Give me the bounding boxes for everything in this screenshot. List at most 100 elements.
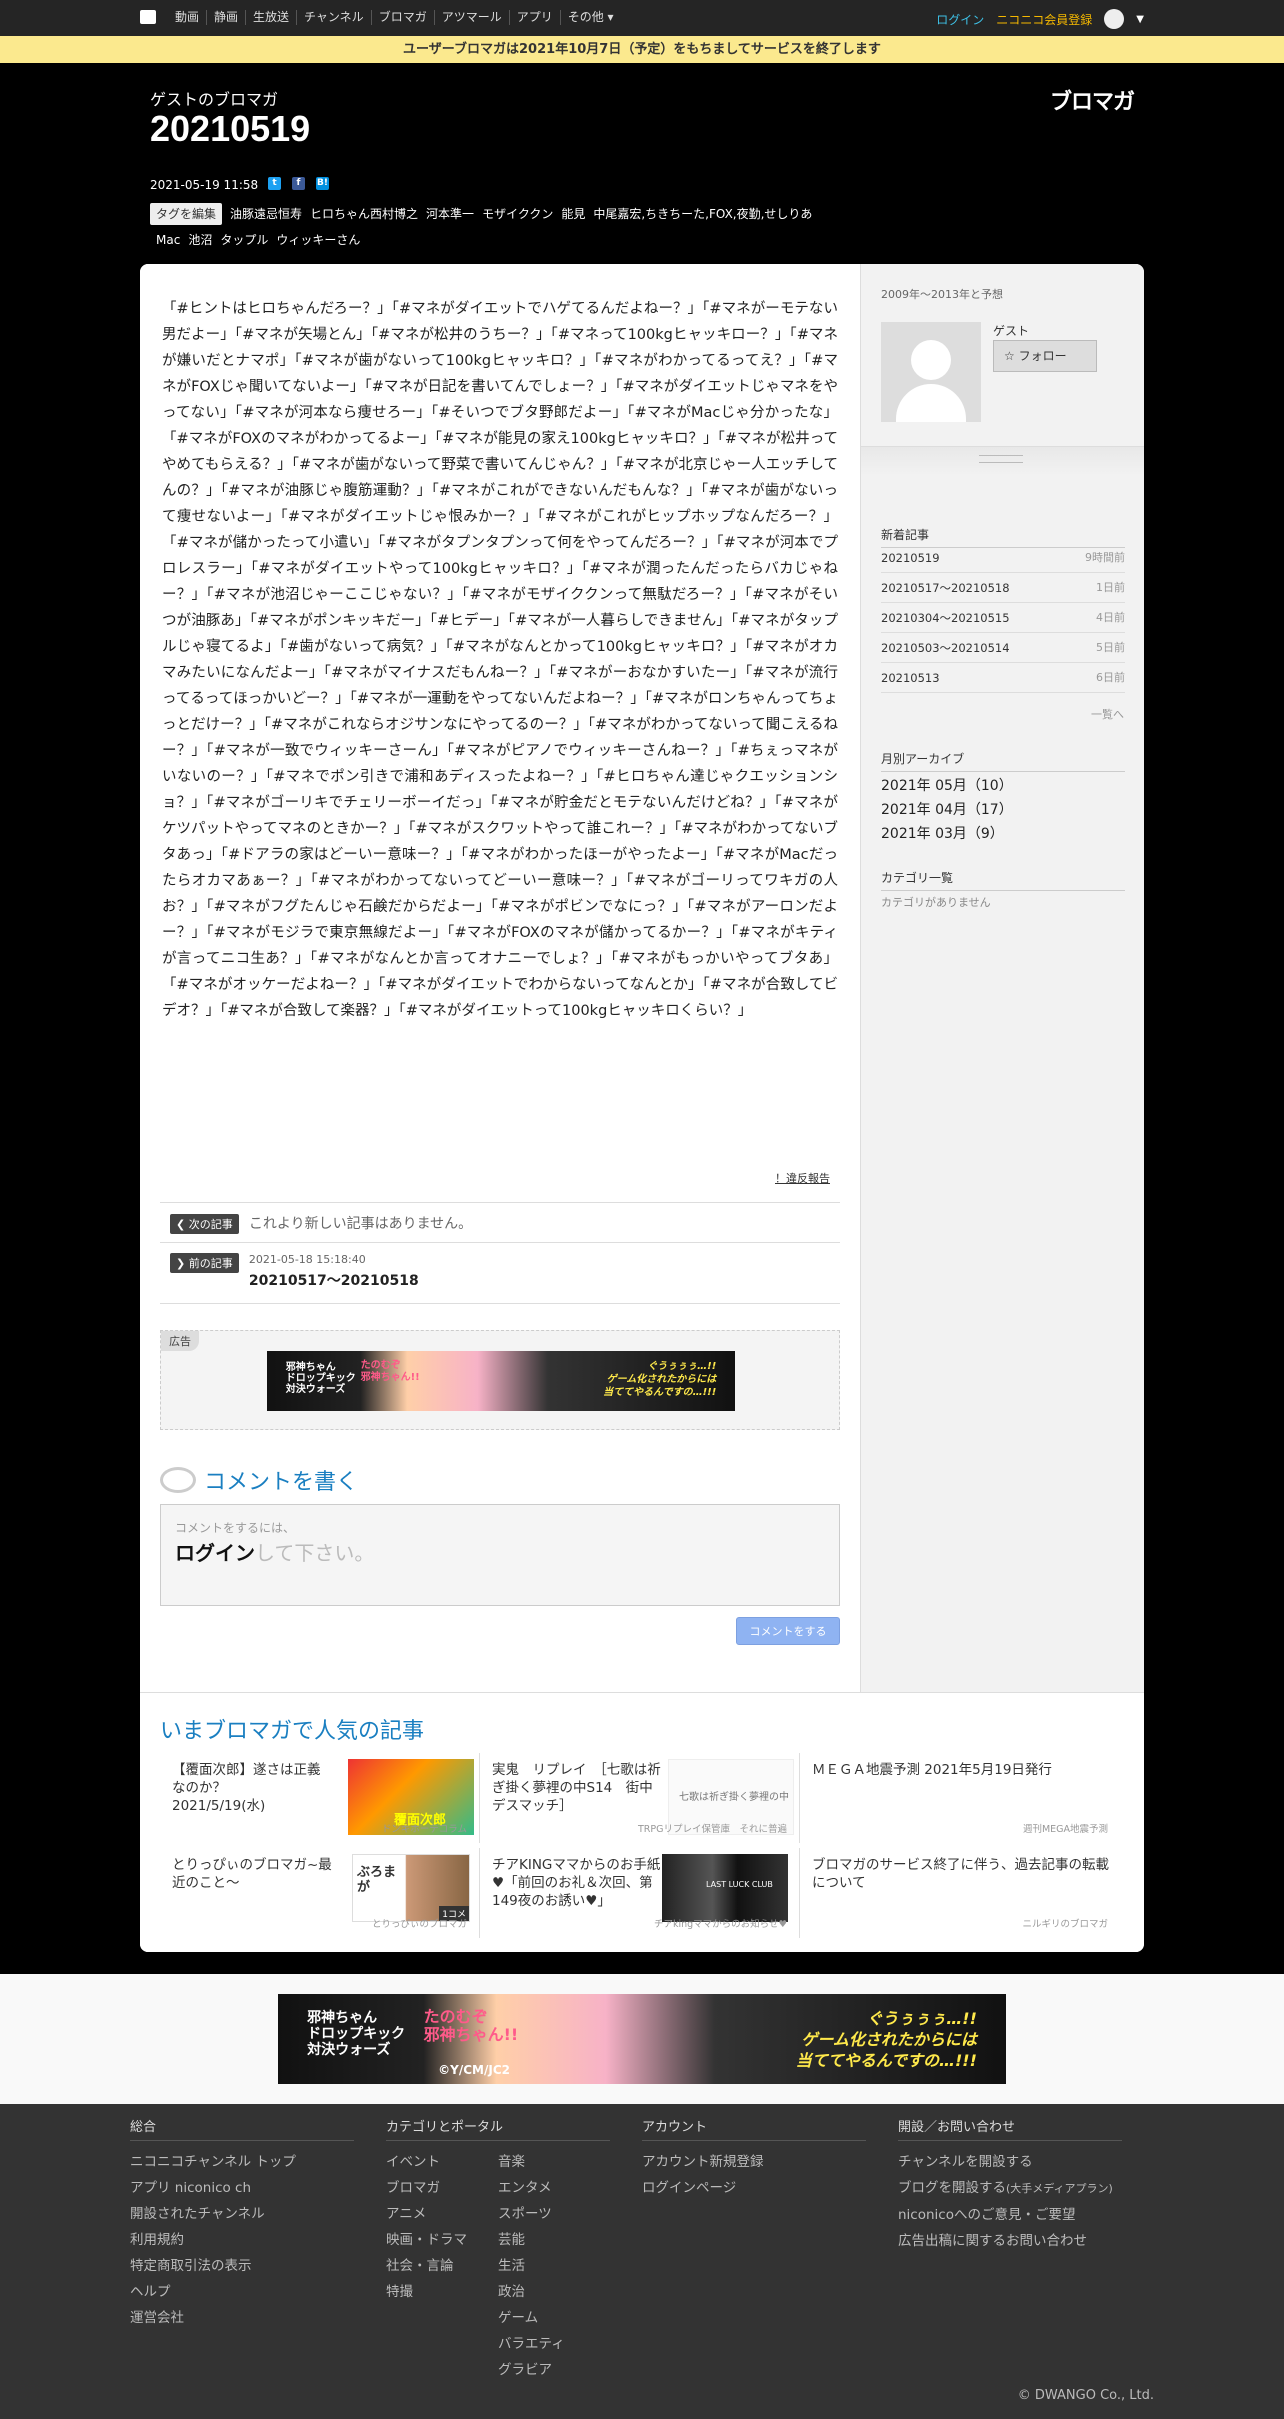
hatena-icon[interactable]: B! bbox=[316, 177, 329, 190]
tag[interactable]: モザイククン bbox=[482, 201, 553, 227]
comment-heading: コメントを書く bbox=[160, 1464, 358, 1496]
footer-col-general: 総合 ニコニコチャンネル トップ アプリ niconico ch 開設されたチャ… bbox=[130, 2116, 354, 2331]
blog-name[interactable]: ゲストのブロマガ bbox=[150, 86, 278, 110]
bottom-ad: 邪神ちゃん ドロップキック 対決ウォーズ たのむぞ 邪神ちゃん!! ©Y/CM/… bbox=[0, 1974, 1284, 2104]
footer-link[interactable]: ログインページ bbox=[642, 2175, 866, 2201]
footer-link[interactable]: 芸能 bbox=[498, 2227, 565, 2253]
tag[interactable]: 池沼 bbox=[188, 227, 212, 253]
follow-button[interactable]: ☆ フォロー bbox=[993, 340, 1097, 372]
profile-intro: 2009年～2013年と予想 bbox=[881, 288, 1003, 301]
footer-link[interactable]: 生活 bbox=[498, 2253, 565, 2279]
next-article-badge: ❮ 次の記事 bbox=[170, 1214, 239, 1234]
popular-item[interactable]: 実鬼 リプレイ ［七歌は祈ぎ掛く夢裡の中S14 街中デスマッチ］ 七歌は祈ぎ掛く… bbox=[480, 1753, 800, 1843]
footer-link[interactable]: 社会・言論 bbox=[386, 2253, 498, 2279]
niconico-logo-icon[interactable] bbox=[140, 10, 156, 24]
footer-link[interactable]: 音楽 bbox=[498, 2149, 565, 2175]
footer-link[interactable]: 利用規約 bbox=[130, 2227, 354, 2253]
archive-item[interactable]: 2021年 03月（9） bbox=[881, 823, 1004, 843]
report-link[interactable]: ！違反報告 bbox=[775, 1170, 830, 1186]
tag[interactable]: Mac bbox=[156, 227, 180, 253]
footer-link[interactable]: グラビア bbox=[498, 2357, 565, 2383]
popular-heading: いまブロマガで人気の記事 bbox=[160, 1719, 425, 1744]
footer-link[interactable]: ニコニコチャンネル トップ bbox=[130, 2149, 354, 2175]
prev-article-row[interactable]: ❯ 前の記事 2021-05-18 15:18:40 20210517～2021… bbox=[160, 1242, 840, 1304]
footer-link[interactable]: ヘルプ bbox=[130, 2279, 354, 2305]
recent-item[interactable]: 20210304～20210515 4日前 bbox=[881, 603, 1125, 633]
popular-item[interactable]: ブロマガのサービス終了に伴う、過去記事の転載について ニルギリのブロマガ bbox=[800, 1848, 1120, 1938]
tag[interactable]: 中尾嘉宏,ちきちーた,FOX,夜勤,せしりあ bbox=[593, 201, 812, 227]
recent-item[interactable]: 20210517～20210518 1日前 bbox=[881, 573, 1125, 603]
popular-item[interactable]: ＭＥＧＡ地震予測 2021年5月19日発行 週刊MEGA地震予測 bbox=[800, 1753, 1120, 1843]
popular-item[interactable]: チアKINGママからのお手紙♥「前回のお礼＆次回、第149夜のお誘い♥」 LAS… bbox=[480, 1848, 800, 1938]
popular-item[interactable]: とりっぴぃのブロマガ~最近のこと～ ぶろまが 1コメ とりっぴぃのブロマガ bbox=[160, 1848, 480, 1938]
archive-heading: 月別アーカイブ bbox=[881, 750, 1125, 772]
nav-douga[interactable]: 動画 bbox=[168, 10, 208, 25]
footer-link[interactable]: 特定商取引法の表示 bbox=[130, 2253, 354, 2279]
topnav-right: ログイン ニコニコ会員登録 ▼ bbox=[936, 9, 1144, 29]
archive-item[interactable]: 2021年 04月（17） bbox=[881, 799, 1013, 819]
footer-link[interactable]: 開設されたチャンネル bbox=[130, 2201, 354, 2227]
nav-live[interactable]: 生放送 bbox=[246, 10, 298, 25]
footer-col-contact: 開設／お問い合わせ チャンネルを開設する ブログを開設する(大手メディアプラン)… bbox=[898, 2116, 1122, 2254]
nav-app[interactable]: アプリ bbox=[510, 10, 561, 25]
login-link[interactable]: ログイン bbox=[936, 11, 984, 28]
footer-link[interactable]: ゲーム bbox=[498, 2305, 565, 2331]
tag[interactable]: 河本準一 bbox=[426, 201, 474, 227]
footer-link[interactable]: niconicoへのご意見・ご要望 bbox=[898, 2202, 1122, 2228]
nav-atsumaru[interactable]: アツマール bbox=[435, 10, 510, 25]
tag[interactable]: 油豚遠忌恒寿 bbox=[230, 201, 302, 227]
tag[interactable]: タップル bbox=[220, 227, 268, 253]
blomaga-logo[interactable]: ブロマガ bbox=[1050, 84, 1135, 116]
register-link[interactable]: ニコニコ会員登録 bbox=[996, 11, 1092, 28]
recent-more-link[interactable]: 一覧へ bbox=[1091, 706, 1124, 722]
prev-article-badge: ❯ 前の記事 bbox=[170, 1253, 239, 1273]
twitter-icon[interactable]: t bbox=[268, 177, 281, 190]
footer-link[interactable]: チャンネルを開設する bbox=[898, 2149, 1122, 2175]
footer-link[interactable]: ブログを開設する(大手メディアプラン) bbox=[898, 2175, 1122, 2202]
footer-link[interactable]: アプリ niconico ch bbox=[130, 2175, 354, 2201]
footer-link[interactable]: ブロマガ bbox=[386, 2175, 498, 2201]
profile-name[interactable]: ゲスト bbox=[993, 322, 1029, 339]
footer-link[interactable]: 広告出稿に関するお問い合わせ bbox=[898, 2228, 1122, 2254]
comment-input[interactable]: コメントをするには、 ログインして下さい。 bbox=[160, 1504, 840, 1606]
prev-article-title[interactable]: 20210517～20210518 bbox=[249, 1270, 419, 1290]
tag[interactable]: ヒロちゃん西村博之 bbox=[310, 201, 418, 227]
footer-link[interactable]: イベント bbox=[386, 2149, 498, 2175]
footer-link[interactable]: バラエティ bbox=[498, 2331, 565, 2357]
edit-tags-button[interactable]: タグを編集 bbox=[150, 203, 223, 225]
nav-more[interactable]: その他 ▾ bbox=[561, 10, 621, 25]
post-date: 2021-05-19 11:58 bbox=[150, 178, 259, 192]
banner-slogan: たのむぞ 邪神ちゃん!! bbox=[423, 2006, 519, 2044]
profile-avatar[interactable] bbox=[881, 322, 981, 422]
recent-item[interactable]: 20210513 6日前 bbox=[881, 663, 1125, 693]
footer-link[interactable]: スポーツ bbox=[498, 2201, 565, 2227]
recent-item[interactable]: 20210503～20210514 5日前 bbox=[881, 633, 1125, 663]
comment-login-link[interactable]: ログイン bbox=[175, 1541, 255, 1565]
top-navbar: 動画 静画 生放送 チャンネル ブロマガ アツマール アプリ その他 ▾ ログイ… bbox=[0, 0, 1284, 36]
comment-hint: コメントをするには、 bbox=[175, 1521, 296, 1535]
ad-banner[interactable]: 邪神ちゃん ドロップキック 対決ウォーズ たのむぞ 邪神ちゃん!! ©Y/CM/… bbox=[278, 1994, 1006, 2084]
popular-item[interactable]: 【覆面次郎】遂さは正義なのか？ 2021/5/19(水) 覆面次郎 ドンキホーテ… bbox=[160, 1753, 480, 1843]
facebook-icon[interactable]: f bbox=[292, 177, 305, 190]
nav-channel[interactable]: チャンネル bbox=[297, 10, 372, 25]
footer-link[interactable]: エンタメ bbox=[498, 2175, 565, 2201]
footer-link[interactable]: 特撮 bbox=[386, 2279, 498, 2305]
ad-label: 広告 bbox=[161, 1331, 199, 1351]
footer-link[interactable]: アニメ bbox=[386, 2201, 498, 2227]
footer-link[interactable]: 運営会社 bbox=[130, 2305, 354, 2331]
footer-link[interactable]: アカウント新規登録 bbox=[642, 2149, 866, 2175]
comment-submit-button[interactable]: コメントをする bbox=[736, 1617, 840, 1645]
tag[interactable]: 能見 bbox=[561, 201, 585, 227]
recent-item[interactable]: 20210519 9時間前 bbox=[881, 543, 1125, 573]
archive-item[interactable]: 2021年 05月（10） bbox=[881, 775, 1013, 795]
banner-game-title: 邪神ちゃん ドロップキック 対決ウォーズ bbox=[307, 2010, 406, 2059]
nav-blomaga[interactable]: ブロマガ bbox=[372, 10, 435, 25]
article-body: 「#ヒントはヒロちゃんだろー？」「#マネがダイエットでハゲてるんだよねー？」「#… bbox=[162, 301, 838, 1019]
ad-banner[interactable]: 邪神ちゃん ドロップキック 対決ウォーズ たのむぞ 邪神ちゃん!! ぐうぅぅぅ…… bbox=[267, 1351, 735, 1411]
footer-link[interactable]: 政治 bbox=[498, 2279, 565, 2305]
tag[interactable]: ウィッキーさん bbox=[276, 227, 360, 253]
user-avatar[interactable] bbox=[1104, 9, 1125, 29]
footer-link[interactable]: 映画・ドラマ bbox=[386, 2227, 498, 2253]
nav-seiga[interactable]: 静画 bbox=[207, 10, 247, 25]
chevron-down-icon[interactable]: ▼ bbox=[1136, 14, 1144, 25]
